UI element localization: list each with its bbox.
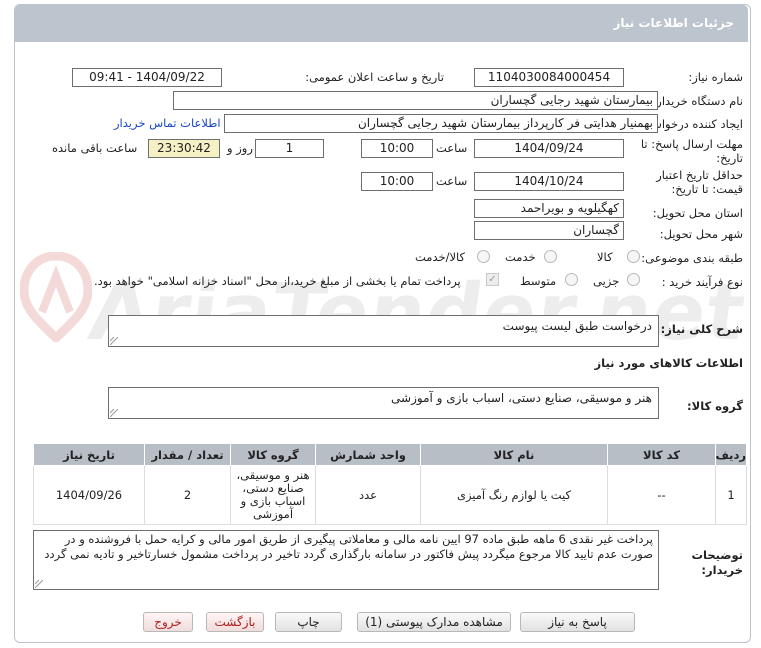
category-goods-service-radio[interactable] <box>477 250 490 263</box>
buyer-org-field: بیمارستان شهید رجایی گچساران <box>173 91 658 110</box>
goods-group-textarea: هنر و موسیقی، صنایع دستی، اسباب بازی و آ… <box>108 387 659 419</box>
resize-grip-icon[interactable] <box>35 580 43 588</box>
cell-date: 1404/09/26 <box>33 465 145 525</box>
summary-label: شرح کلی نیاز: <box>660 322 743 336</box>
process-medium-radio[interactable] <box>565 273 578 286</box>
days-field: 1 <box>255 139 324 158</box>
price-validity-label-2: قیمت: تا تاریخ: <box>671 182 743 196</box>
items-table: ردیف کد کالا نام کالا واحد شمارش گروه کا… <box>33 443 747 525</box>
need-number-label: شماره نیاز: <box>688 70 743 84</box>
reply-deadline-label-1: مهلت ارسال پاسخ: تا <box>640 137 743 151</box>
treasury-note: پرداخت تمام یا بخشی از مبلغ خرید،از محل … <box>94 274 461 288</box>
goods-group-label: گروه کالا: <box>687 399 743 413</box>
goods-group-text: هنر و موسیقی، صنایع دستی، اسباب بازی و آ… <box>391 391 652 405</box>
view-attachments-button[interactable]: مشاهده مدارک پیوستی (1) <box>357 612 511 632</box>
cell-group: هنر و موسیقی، صنایع دستی، اسباب بازی و آ… <box>230 465 316 525</box>
category-goods-label: کالا <box>597 250 613 264</box>
category-label: طبقه بندی موضوعی: <box>641 251 743 265</box>
panel-header: جزئیات اطلاعات نیاز <box>15 5 748 42</box>
summary-textarea: درخواست طبق لیست پیوست <box>108 315 659 347</box>
city-label: شهر محل تحویل: <box>659 227 743 241</box>
reply-deadline-label-2: تاریخ: <box>716 151 743 165</box>
price-validity-date-field: 1404/10/24 <box>474 172 624 191</box>
reply-time-label: ساعت <box>436 141 468 155</box>
category-goods-service-label: کالا/خدمت <box>415 250 466 264</box>
col-qty-header: تعداد / مقدار <box>144 443 231 466</box>
summary-text: درخواست طبق لیست پیوست <box>502 319 652 333</box>
col-name-header: نام کالا <box>420 443 608 466</box>
col-group-header: گروه کالا <box>230 443 316 466</box>
reply-date-field: 1404/09/24 <box>474 139 624 158</box>
exit-button[interactable]: خروج <box>143 612 193 632</box>
buyer-notes-textarea: پرداخت غیر نقدی 6 ماهه طبق ماده 97 ایین … <box>33 530 659 590</box>
col-unit-header: واحد شمارش <box>315 443 421 466</box>
goods-section-title: اطلاعات کالاهای مورد نیاز <box>594 356 743 370</box>
price-validity-label-1: حداقل تاریخ اعتبار <box>656 168 743 182</box>
cell-row-number: 1 <box>715 465 747 525</box>
buyer-notes-label-1: توضیحات <box>691 548 744 562</box>
remaining-time-field: 23:30:42 <box>148 139 220 158</box>
buyer-contact-link[interactable]: اطلاعات تماس خریدار <box>114 116 221 130</box>
table-header-row: ردیف کد کالا نام کالا واحد شمارش گروه کا… <box>33 443 747 466</box>
category-service-radio[interactable] <box>544 250 557 263</box>
price-validity-time-field: 10:00 <box>361 172 433 191</box>
process-label: نوع فرآیند خرید : <box>661 275 743 289</box>
reply-button[interactable]: پاسخ به نیاز <box>520 612 635 632</box>
price-validity-time-label: ساعت <box>436 174 468 188</box>
process-minor-radio[interactable] <box>627 273 640 286</box>
col-code-header: کد کالا <box>607 443 716 466</box>
province-label: استان محل تحویل: <box>652 206 743 220</box>
announce-label: تاریخ و ساعت اعلان عمومی: <box>305 70 444 84</box>
cell-qty: 2 <box>144 465 231 525</box>
remaining-time-label: ساعت باقی مانده <box>52 141 138 155</box>
cell-name: کیت یا لوازم رنگ آمیزی <box>420 465 608 525</box>
need-number-field: 1104030084000454 <box>474 68 624 87</box>
print-button[interactable]: چاپ <box>275 612 342 632</box>
announce-datetime-field: 1404/09/22 - 09:41 <box>72 68 222 87</box>
table-row[interactable]: 1 -- کیت یا لوازم رنگ آمیزی عدد هنر و مو… <box>33 465 747 525</box>
col-date-header: تاریخ نیاز <box>33 443 145 466</box>
process-minor-label: جزیی <box>593 274 620 288</box>
buyer-notes-text: پرداخت غیر نقدی 6 ماهه طبق ماده 97 ایین … <box>44 532 653 561</box>
category-goods-radio[interactable] <box>627 250 640 263</box>
buyer-org-label: نام دستگاه خریدار: <box>652 94 743 108</box>
process-medium-label: متوسط <box>520 274 557 288</box>
panel-title: جزئیات اطلاعات نیاز <box>613 16 734 30</box>
reply-time-field: 10:00 <box>361 139 433 158</box>
city-field: گچساران <box>474 221 624 240</box>
cell-unit: عدد <box>315 465 421 525</box>
resize-grip-icon[interactable] <box>110 337 118 345</box>
col-row-header: ردیف <box>715 443 747 466</box>
province-field: کهگیلویه و بویراحمد <box>474 199 624 218</box>
resize-grip-icon[interactable] <box>110 409 118 417</box>
buyer-notes-label-2: خریدار: <box>701 563 743 577</box>
back-button[interactable]: بازگشت <box>206 612 264 632</box>
category-service-label: خدمت <box>505 250 536 264</box>
days-label: روز و <box>227 141 253 155</box>
treasury-checkbox[interactable]: ✓ <box>486 273 499 286</box>
creator-field: بهمنیار هدایتی فر کارپرداز بیمارستان شهی… <box>224 114 658 133</box>
cell-code: -- <box>607 465 716 525</box>
